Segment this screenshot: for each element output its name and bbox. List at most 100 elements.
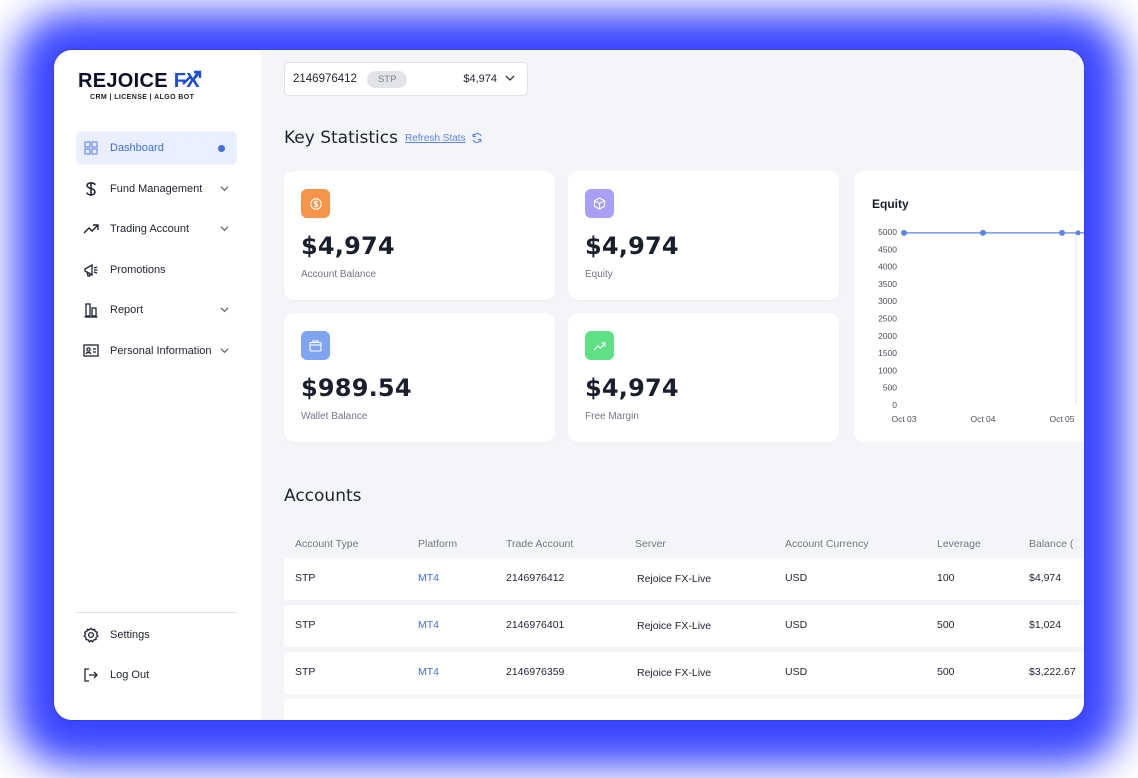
sidebar-item-report[interactable]: Report [76, 293, 237, 327]
sidebar-item-dashboard[interactable]: Dashboard [76, 131, 237, 165]
sidebar: REJOICE FX CRM | LICENSE | ALGO BOT Dash… [54, 50, 262, 720]
account-selector[interactable]: 2146976412 STP $4,974 [284, 62, 528, 96]
table-row[interactable]: STP MT4 2146976412 Rejoice FX-Live USD 1… [284, 558, 1084, 600]
data-point[interactable] [1075, 230, 1081, 236]
sidebar-divider [76, 612, 237, 613]
sidebar-item-label: Personal Information [110, 344, 212, 357]
stat-card-account-balance: $4,974 Account Balance [284, 171, 555, 300]
stat-card-equity: $4,974 Equity [568, 171, 839, 300]
y-tick-label: 1500 [878, 348, 897, 358]
stat-value: $4,974 [301, 232, 395, 260]
sidebar-item-label: Trading Account [110, 223, 190, 235]
equity-chart-card: Equity 5000 4500 4000 3500 3000 2500 2000 1500 1… [854, 171, 1084, 442]
column-header: Platform [418, 538, 458, 550]
sidebar-item-label: Promotions [110, 263, 166, 276]
grid-icon [82, 139, 100, 157]
refresh-icon[interactable] [471, 132, 483, 144]
column-header: Leverage [937, 538, 981, 550]
dollar-icon [82, 180, 100, 198]
sidebar-item-fund-management[interactable]: Fund Management [76, 172, 237, 206]
cell-platform-link[interactable]: MT4 [418, 619, 439, 631]
refresh-stats-link[interactable]: Refresh Stats [405, 133, 466, 144]
id-card-icon [82, 342, 100, 360]
cell-leverage: 500 [937, 619, 955, 631]
logo-arrow-icon [182, 70, 202, 85]
cell-leverage: 500 [937, 666, 955, 678]
sidebar-item-label: Log Out [110, 669, 150, 681]
stat-value: $4,974 [585, 374, 679, 402]
brand-tagline: CRM | LICENSE | ALGO BOT [90, 94, 195, 101]
y-tick-label: 500 [883, 383, 897, 393]
stat-card-wallet-balance: $989.54 Wallet Balance [284, 313, 555, 442]
cell-server: Rejoice FX-Live [637, 667, 712, 679]
brand-logo[interactable]: REJOICE FX CRM | LICENSE | ALGO BOT [78, 70, 218, 110]
data-point[interactable] [980, 229, 986, 236]
trend-up-icon [585, 331, 614, 360]
cell-server: Rejoice FX-Live [637, 573, 712, 585]
stat-label: Wallet Balance [301, 411, 368, 422]
equity-line-chart: 5000450040003500300025002000150010005000… [878, 227, 1084, 424]
wallet-icon [301, 331, 330, 360]
data-point[interactable] [901, 229, 907, 236]
table-row-partial[interactable] [284, 699, 1084, 720]
y-tick-label: 3500 [878, 279, 897, 289]
account-number: 2146976412 [293, 73, 357, 85]
gear-icon [82, 626, 100, 644]
y-tick-label: 1000 [878, 365, 897, 375]
x-tick-label: Oct 05 [1049, 414, 1074, 424]
sidebar-item-label: Fund Management [110, 182, 203, 195]
cell-balance: $1,024 [1029, 619, 1062, 631]
accounts-table-header: Account Type Platform Trade Account Serv… [284, 534, 1084, 556]
cell-balance: $3,222.67 [1029, 666, 1076, 678]
chevron-down-icon [220, 226, 229, 232]
stat-value: $4,974 [585, 232, 679, 260]
table-row[interactable]: STP MT4 2146976401 Rejoice FX-Live USD 5… [284, 605, 1084, 647]
cell-server: Rejoice FX-Live [637, 620, 712, 632]
cell-platform-link[interactable]: MT4 [418, 572, 439, 584]
cell-account-type: STP [295, 666, 316, 678]
sidebar-nav: Dashboard Fund Management Trading Accoun… [76, 131, 237, 374]
chevron-down-icon [505, 75, 515, 81]
cell-currency: USD [785, 619, 808, 631]
table-row[interactable]: STP MT4 2146976359 Rejoice FX-Live USD 5… [284, 652, 1084, 694]
stat-value: $989.54 [301, 374, 412, 402]
cell-currency: USD [785, 572, 808, 584]
cell-platform-link[interactable]: MT4 [418, 666, 439, 678]
stat-card-free-margin: $4,974 Free Margin [568, 313, 839, 442]
cell-leverage: 100 [937, 572, 955, 584]
cube-icon [585, 189, 614, 218]
sidebar-item-settings[interactable]: Settings [76, 618, 237, 652]
cell-account-type: STP [295, 572, 316, 584]
sidebar-item-trading-account[interactable]: Trading Account [76, 212, 237, 246]
sidebar-item-personal-information[interactable]: Personal Information [76, 334, 237, 368]
data-point[interactable] [1059, 229, 1065, 236]
y-tick-label: 4500 [878, 244, 897, 254]
y-tick-label: 2000 [878, 331, 897, 341]
y-tick-label: 3000 [878, 296, 897, 306]
column-header: Balance ( [1029, 538, 1074, 550]
y-tick-label: 2500 [878, 314, 897, 324]
logout-icon [82, 666, 100, 684]
account-balance: $4,974 [463, 73, 497, 85]
y-tick-label: 4000 [878, 262, 897, 272]
megaphone-icon [82, 261, 100, 279]
sidebar-item-label: Dashboard [110, 142, 164, 154]
sidebar-item-promotions[interactable]: Promotions [76, 253, 237, 287]
y-tick-label: 0 [892, 400, 897, 410]
x-tick-label: Oct 03 [891, 414, 916, 424]
sidebar-item-logout[interactable]: Log Out [76, 658, 237, 692]
stat-label: Account Balance [301, 269, 377, 280]
stat-label: Equity [585, 269, 613, 280]
x-tick-label: Oct 04 [970, 414, 995, 424]
dollar-icon [301, 189, 330, 218]
column-header: Account Type [295, 538, 359, 550]
chevron-down-icon [220, 307, 229, 313]
cell-currency: USD [785, 666, 808, 678]
cell-trade-account: 2146976401 [506, 619, 565, 631]
chevron-down-icon [220, 185, 229, 191]
column-header: Server [635, 538, 666, 550]
sidebar-item-label: Report [110, 304, 144, 316]
sidebar-item-label: Settings [110, 629, 150, 641]
chevron-down-icon [220, 347, 229, 353]
bar-chart-icon [82, 301, 100, 319]
